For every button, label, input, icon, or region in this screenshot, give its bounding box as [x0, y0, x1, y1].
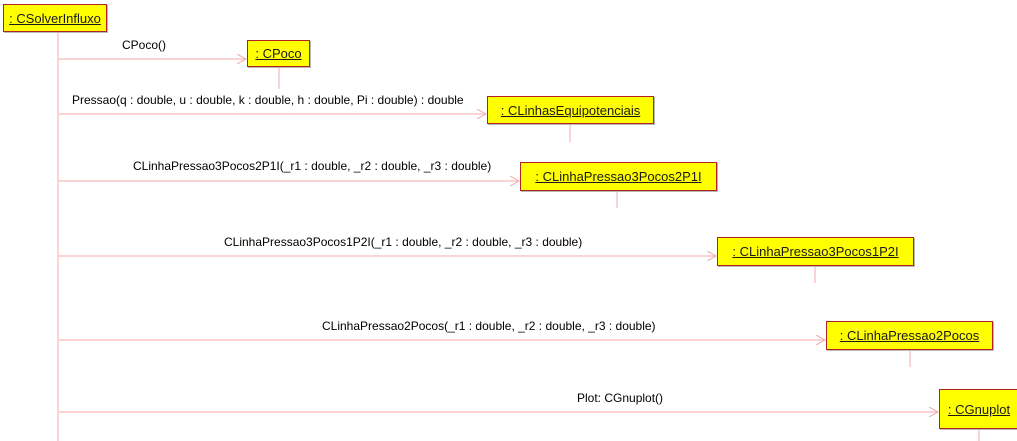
object-clinhapressao3pocos2p1i[interactable]: : CLinhaPressao3Pocos2P1I — [520, 162, 717, 191]
object-clinhapressao3pocos1p2i[interactable]: : CLinhaPressao3Pocos1P2I — [717, 237, 914, 266]
sequence-diagram-canvas — [57, 32, 980, 441]
message-label-pressao: Pressao(q : double, u : double, k : doub… — [72, 93, 464, 107]
object-label: : CLinhasEquipotenciais — [500, 102, 641, 118]
message-label-3pocos1p2i: CLinhaPressao3Pocos1P2I(_r1 : double, _r… — [224, 235, 583, 249]
object-label: : CLinhaPressao3Pocos1P2I — [732, 244, 899, 259]
object-clinhasequipotenciais[interactable]: : CLinhasEquipotenciais — [487, 96, 654, 124]
object-label: : CLinhaPressao3Pocos2P1I — [535, 169, 702, 184]
object-cpoco[interactable]: : CPoco — [247, 40, 310, 67]
object-label: : CGnuplot — [947, 401, 1011, 417]
object-label: : CPoco — [255, 46, 302, 61]
object-label: : CSolverInfluxo — [9, 10, 101, 26]
message-label-plot: Plot: CGnuplot() — [577, 391, 664, 405]
message-label-3pocos2p1i: CLinhaPressao3Pocos2P1I(_r1 : double, _r… — [133, 159, 492, 173]
object-clinhapressao2pocos[interactable]: : CLinhaPressao2Pocos — [826, 321, 993, 350]
message-label-cpoco: CPoco() — [122, 38, 167, 52]
object-cgnuplot[interactable]: : CGnuplot — [939, 389, 1017, 429]
object-csolverinfluxo[interactable]: : CSolverInfluxo — [3, 4, 107, 32]
message-label-2pocos: CLinhaPressao2Pocos(_r1 : double, _r2 : … — [322, 319, 656, 333]
object-label: : CLinhaPressao2Pocos — [839, 328, 980, 343]
